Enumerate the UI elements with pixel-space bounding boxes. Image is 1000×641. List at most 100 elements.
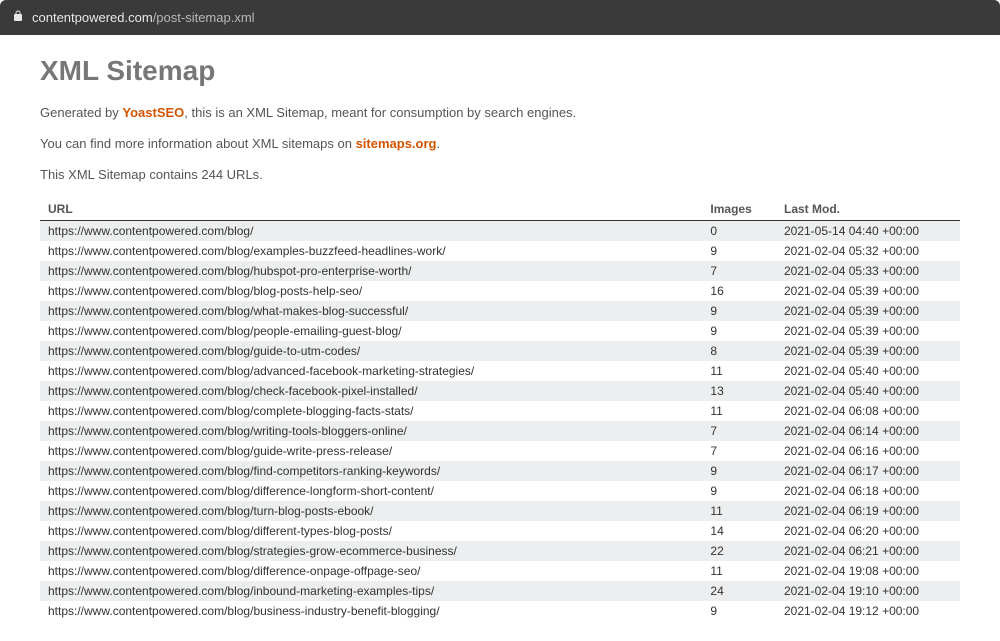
cell-url[interactable]: https://www.contentpowered.com/blog/guid… xyxy=(40,441,702,461)
table-row: https://www.contentpowered.com/blog/blog… xyxy=(40,281,960,301)
cell-lastmod: 2021-02-04 06:18 +00:00 xyxy=(776,481,960,501)
table-row: https://www.contentpowered.com/blog/turn… xyxy=(40,501,960,521)
cell-lastmod: 2021-02-04 06:20 +00:00 xyxy=(776,521,960,541)
table-row: https://www.contentpowered.com/blog/hubs… xyxy=(40,261,960,281)
more-info-prefix: You can find more information about XML … xyxy=(40,136,356,151)
cell-lastmod: 2021-02-04 05:39 +00:00 xyxy=(776,301,960,321)
table-header-row: URL Images Last Mod. xyxy=(40,198,960,221)
cell-url[interactable]: https://www.contentpowered.com/blog/adva… xyxy=(40,361,702,381)
cell-lastmod: 2021-02-04 05:40 +00:00 xyxy=(776,381,960,401)
cell-images: 7 xyxy=(702,421,776,441)
table-row: https://www.contentpowered.com/blog/adva… xyxy=(40,361,960,381)
cell-images: 11 xyxy=(702,401,776,421)
table-row: https://www.contentpowered.com/blog/guid… xyxy=(40,441,960,461)
cell-images: 22 xyxy=(702,541,776,561)
cell-images: 11 xyxy=(702,361,776,381)
cell-url[interactable]: https://www.contentpowered.com/blog/diff… xyxy=(40,481,702,501)
cell-images: 9 xyxy=(702,301,776,321)
cell-lastmod: 2021-02-04 05:33 +00:00 xyxy=(776,261,960,281)
header-images[interactable]: Images xyxy=(702,198,776,221)
table-row: https://www.contentpowered.com/blog/inbo… xyxy=(40,581,960,601)
table-row: https://www.contentpowered.com/blog/guid… xyxy=(40,341,960,361)
cell-url[interactable]: https://www.contentpowered.com/blog/stra… xyxy=(40,541,702,561)
cell-lastmod: 2021-05-14 04:40 +00:00 xyxy=(776,221,960,242)
cell-lastmod: 2021-02-04 06:14 +00:00 xyxy=(776,421,960,441)
table-row: https://www.contentpowered.com/blog/comp… xyxy=(40,401,960,421)
table-row: https://www.contentpowered.com/blog/exam… xyxy=(40,241,960,261)
cell-images: 9 xyxy=(702,241,776,261)
cell-url[interactable]: https://www.contentpowered.com/blog/peop… xyxy=(40,321,702,341)
url-count-line: This XML Sitemap contains 244 URLs. xyxy=(40,167,960,182)
url-path: /post-sitemap.xml xyxy=(153,10,255,25)
cell-url[interactable]: https://www.contentpowered.com/blog/chec… xyxy=(40,381,702,401)
cell-images: 11 xyxy=(702,561,776,581)
url-domain: contentpowered.com xyxy=(32,10,153,25)
cell-lastmod: 2021-02-04 19:10 +00:00 xyxy=(776,581,960,601)
header-url[interactable]: URL xyxy=(40,198,702,221)
header-lastmod[interactable]: Last Mod. xyxy=(776,198,960,221)
more-info-suffix: . xyxy=(436,136,440,151)
cell-lastmod: 2021-02-04 05:32 +00:00 xyxy=(776,241,960,261)
url-text: contentpowered.com/post-sitemap.xml xyxy=(32,10,255,25)
table-row: https://www.contentpowered.com/blog/stra… xyxy=(40,541,960,561)
cell-url[interactable]: https://www.contentpowered.com/blog/comp… xyxy=(40,401,702,421)
cell-images: 9 xyxy=(702,461,776,481)
cell-images: 16 xyxy=(702,281,776,301)
cell-url[interactable]: https://www.contentpowered.com/blog/guid… xyxy=(40,341,702,361)
table-row: https://www.contentpowered.com/blog/diff… xyxy=(40,481,960,501)
table-row: https://www.contentpowered.com/blog/what… xyxy=(40,301,960,321)
cell-images: 14 xyxy=(702,521,776,541)
generated-suffix: , this is an XML Sitemap, meant for cons… xyxy=(184,105,576,120)
cell-images: 9 xyxy=(702,321,776,341)
generated-by-line: Generated by YoastSEO, this is an XML Si… xyxy=(40,105,960,120)
cell-lastmod: 2021-02-04 06:08 +00:00 xyxy=(776,401,960,421)
table-row: https://www.contentpowered.com/blog/writ… xyxy=(40,421,960,441)
cell-url[interactable]: https://www.contentpowered.com/blog/busi… xyxy=(40,601,702,621)
cell-url[interactable]: https://www.contentpowered.com/blog/hubs… xyxy=(40,261,702,281)
more-info-line: You can find more information about XML … xyxy=(40,136,960,151)
cell-url[interactable]: https://www.contentpowered.com/blog/inbo… xyxy=(40,581,702,601)
lock-icon xyxy=(12,10,24,25)
cell-images: 0 xyxy=(702,221,776,242)
cell-url[interactable]: https://www.contentpowered.com/blog/exam… xyxy=(40,241,702,261)
cell-url[interactable]: https://www.contentpowered.com/blog/diff… xyxy=(40,521,702,541)
cell-lastmod: 2021-02-04 05:40 +00:00 xyxy=(776,361,960,381)
cell-images: 9 xyxy=(702,601,776,621)
cell-lastmod: 2021-02-04 05:39 +00:00 xyxy=(776,321,960,341)
table-row: https://www.contentpowered.com/blog/find… xyxy=(40,461,960,481)
page-title: XML Sitemap xyxy=(40,55,960,87)
table-row: https://www.contentpowered.com/blog/diff… xyxy=(40,561,960,581)
table-row: https://www.contentpowered.com/blog/busi… xyxy=(40,601,960,621)
generated-prefix: Generated by xyxy=(40,105,122,120)
cell-images: 24 xyxy=(702,581,776,601)
cell-url[interactable]: https://www.contentpowered.com/blog/ xyxy=(40,221,702,242)
cell-url[interactable]: https://www.contentpowered.com/blog/diff… xyxy=(40,561,702,581)
cell-lastmod: 2021-02-04 19:12 +00:00 xyxy=(776,601,960,621)
cell-url[interactable]: https://www.contentpowered.com/blog/blog… xyxy=(40,281,702,301)
cell-images: 8 xyxy=(702,341,776,361)
sitemaps-org-link[interactable]: sitemaps.org xyxy=(356,136,437,151)
table-row: https://www.contentpowered.com/blog/diff… xyxy=(40,521,960,541)
cell-images: 11 xyxy=(702,501,776,521)
sitemap-table: URL Images Last Mod. https://www.content… xyxy=(40,198,960,621)
yoast-link[interactable]: YoastSEO xyxy=(122,105,184,120)
cell-lastmod: 2021-02-04 06:17 +00:00 xyxy=(776,461,960,481)
browser-url-bar[interactable]: contentpowered.com/post-sitemap.xml xyxy=(0,0,1000,35)
cell-images: 7 xyxy=(702,261,776,281)
cell-lastmod: 2021-02-04 06:16 +00:00 xyxy=(776,441,960,461)
cell-images: 7 xyxy=(702,441,776,461)
table-row: https://www.contentpowered.com/blog/peop… xyxy=(40,321,960,341)
table-row: https://www.contentpowered.com/blog/chec… xyxy=(40,381,960,401)
page-content: XML Sitemap Generated by YoastSEO, this … xyxy=(0,35,1000,641)
cell-lastmod: 2021-02-04 06:21 +00:00 xyxy=(776,541,960,561)
cell-lastmod: 2021-02-04 05:39 +00:00 xyxy=(776,281,960,301)
cell-url[interactable]: https://www.contentpowered.com/blog/find… xyxy=(40,461,702,481)
cell-lastmod: 2021-02-04 19:08 +00:00 xyxy=(776,561,960,581)
cell-images: 13 xyxy=(702,381,776,401)
cell-images: 9 xyxy=(702,481,776,501)
cell-lastmod: 2021-02-04 06:19 +00:00 xyxy=(776,501,960,521)
cell-url[interactable]: https://www.contentpowered.com/blog/writ… xyxy=(40,421,702,441)
cell-url[interactable]: https://www.contentpowered.com/blog/turn… xyxy=(40,501,702,521)
table-row: https://www.contentpowered.com/blog/0202… xyxy=(40,221,960,242)
cell-url[interactable]: https://www.contentpowered.com/blog/what… xyxy=(40,301,702,321)
